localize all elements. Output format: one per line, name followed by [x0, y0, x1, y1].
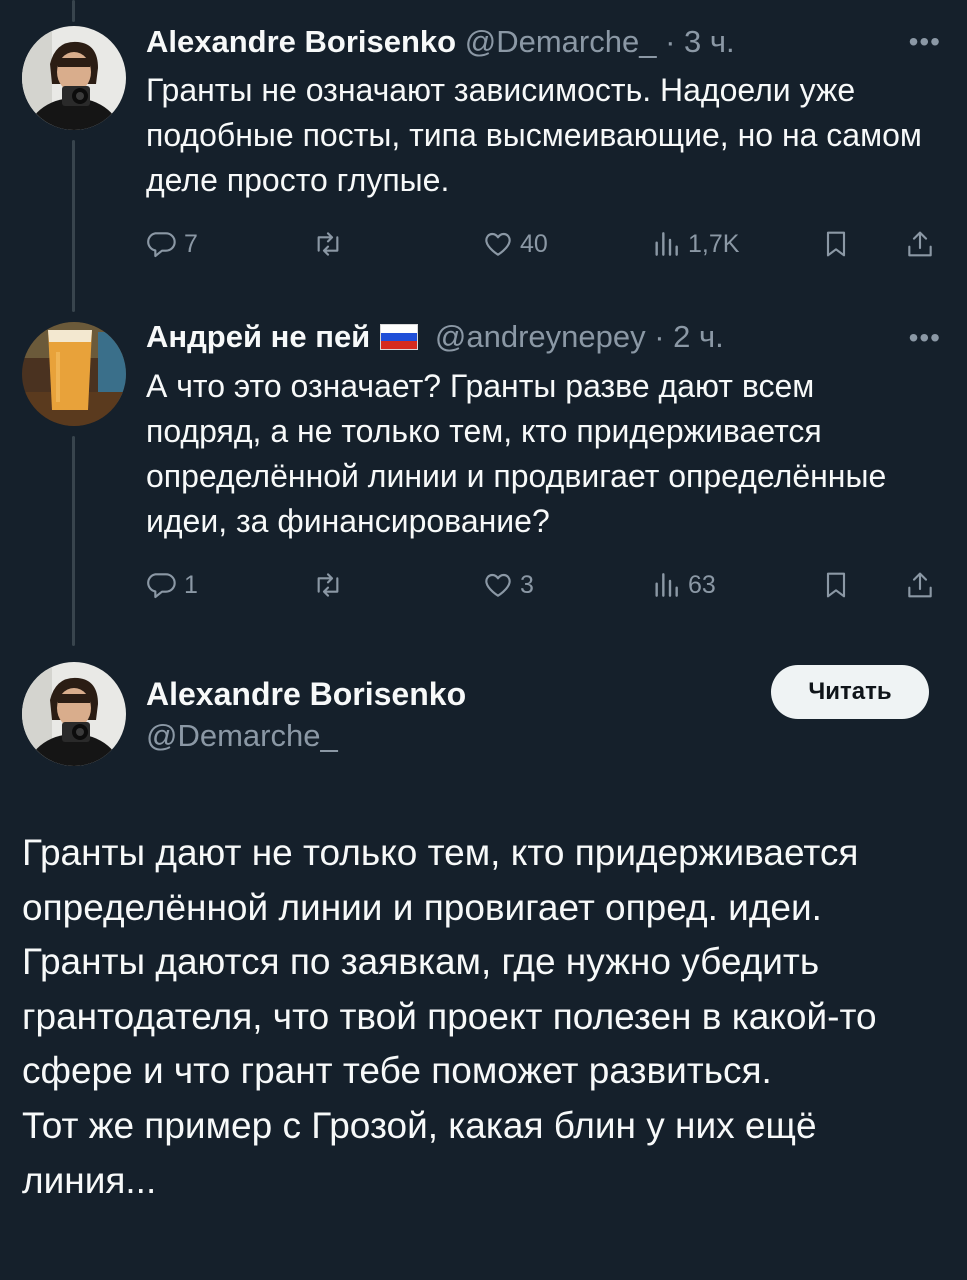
like-button[interactable]: 3 — [482, 565, 534, 605]
action-bar: 7 40 1,7K — [146, 224, 946, 264]
bookmark-button[interactable] — [820, 224, 852, 264]
main-tweet-text: Гранты дают не только тем, кто придержив… — [22, 832, 877, 1201]
timestamp[interactable]: 2 ч. — [673, 319, 724, 354]
like-button[interactable]: 40 — [482, 224, 548, 264]
author-name[interactable]: Alexandre Borisenko — [146, 24, 456, 59]
thread-line-top — [72, 0, 75, 22]
retweet-icon — [317, 573, 339, 597]
tweet-header: Alexandre Borisenko @Demarche_ · 3 ч. — [146, 23, 735, 61]
avatar-alexandre[interactable] — [22, 26, 126, 130]
reply-button[interactable]: 1 — [146, 565, 198, 605]
more-icon[interactable]: ••• — [909, 322, 941, 354]
reply-button[interactable]: 7 — [146, 224, 198, 264]
reply-icon — [147, 573, 176, 599]
russia-flag-icon — [380, 324, 419, 350]
views-button[interactable]: 63 — [650, 565, 716, 605]
tweet-header: Андрей не пей @andreynepey · 2 ч. — [146, 318, 724, 356]
author-handle[interactable]: @andreynepey — [435, 319, 646, 354]
views-count: 63 — [688, 570, 716, 599]
retweet-button[interactable] — [312, 224, 350, 264]
heart-icon — [485, 232, 511, 256]
main-author-name[interactable]: Alexandre Borisenko — [146, 674, 466, 714]
separator-dot: · — [665, 24, 676, 59]
reply-icon — [147, 232, 176, 258]
avatar-main-author[interactable] — [22, 662, 126, 766]
share-button[interactable] — [904, 224, 936, 264]
heart-icon — [485, 573, 511, 597]
bookmark-icon — [826, 572, 846, 598]
retweet-button[interactable] — [312, 565, 350, 605]
author-name[interactable]: Андрей не пей — [146, 319, 370, 354]
thread-line-bottom — [72, 436, 75, 646]
reply-count: 7 — [184, 229, 198, 258]
bookmark-icon — [826, 231, 846, 257]
author-handle[interactable]: @Demarche_ — [465, 24, 657, 59]
tweet-text: А что это означает? Гранты разве дают вс… — [146, 368, 887, 539]
share-button[interactable] — [904, 565, 936, 605]
share-icon — [908, 231, 932, 257]
separator-dot: · — [654, 319, 665, 354]
more-icon[interactable]: ••• — [909, 26, 941, 58]
tweet-text: Гранты не означают зависимость. Надоели … — [146, 72, 922, 198]
main-author-handle[interactable]: @Demarche_ — [146, 716, 338, 756]
views-count: 1,7K — [688, 229, 740, 258]
reply-count: 1 — [184, 570, 198, 599]
avatar-andrey[interactable] — [22, 322, 126, 426]
follow-button[interactable]: Читать — [771, 665, 929, 719]
views-button[interactable]: 1,7K — [650, 224, 739, 264]
thread-line-middle — [72, 140, 75, 312]
share-icon — [908, 572, 932, 598]
like-count: 40 — [520, 229, 548, 258]
action-bar: 1 3 63 — [146, 565, 946, 605]
timestamp[interactable]: 3 ч. — [684, 24, 735, 59]
bookmark-button[interactable] — [820, 565, 852, 605]
retweet-icon — [317, 232, 339, 256]
like-count: 3 — [520, 570, 534, 599]
views-icon — [655, 232, 678, 256]
views-icon — [655, 573, 678, 597]
